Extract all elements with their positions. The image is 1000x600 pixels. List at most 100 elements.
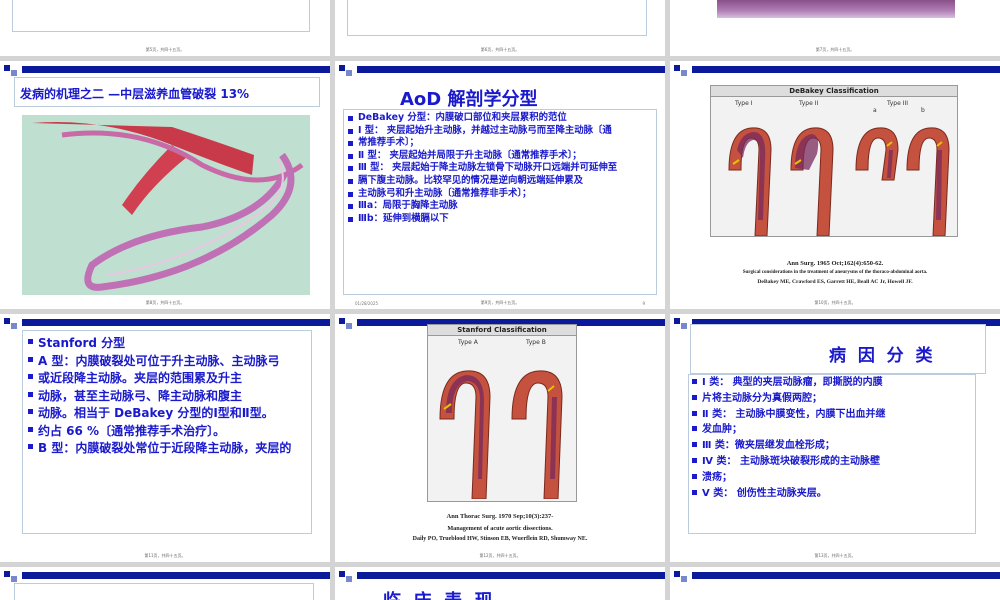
title-box: 发病的机理之二 —中层滋养血管破裂 13% — [14, 77, 320, 107]
slide-thumbnail-15[interactable]: 临 床 表 现 — [335, 567, 665, 600]
list-item: 主动脉弓和升主动脉〔通常推荐非手术〕； — [348, 188, 652, 201]
list-item: Ⅲ 类：微夹层继发血栓形成； — [692, 438, 972, 454]
stanford-figure: Stanford Classification Type A Type B — [427, 324, 577, 502]
list-item: Ⅱ 型： 夹层起始并局限于升主动脉〔通常推荐手术〕； — [348, 150, 652, 163]
corner-squares-icon — [339, 318, 354, 330]
page-number: 第7页，共四十五页。 — [815, 47, 855, 52]
citation-authors: DeBakey ME, Crawford ES, Garrett HE, Bea… — [757, 279, 913, 285]
debakey-figure: DeBakey Classification Type I Type II Ty… — [710, 85, 958, 237]
header-bar — [0, 314, 330, 329]
list-item: Ⅲa：局限于胸降主动脉 — [348, 200, 652, 213]
page-number: 第12页，共四十五页。 — [479, 553, 521, 558]
list-item: 或近段降主动脉。夹层的范围累及升主 — [28, 370, 310, 388]
list-item: Ⅳ 类： 主动脉斑块破裂形成的主动脉壁 — [692, 454, 972, 470]
slide-thumbnail-14[interactable] — [0, 567, 330, 600]
corner-squares-icon — [674, 571, 689, 583]
figure-title: Stanford Classification — [428, 325, 576, 336]
page-number: 第6页，共四十五页。 — [480, 47, 520, 52]
header-bar — [0, 61, 330, 76]
histology-image — [22, 115, 310, 295]
figure-type-label: Type B — [526, 339, 546, 346]
figure-title: DeBakey Classification — [711, 86, 957, 97]
citation-journal: Ann Surg. 1965 Oct;162(4):650-62. — [786, 260, 884, 267]
slide-title: 临 床 表 现 — [383, 587, 493, 600]
header-bar — [335, 61, 665, 76]
content-box: DeBakey 分型：内膜破口部位和夹层累积的范位 Ⅰ 型： 夹层起始升主动脉，… — [343, 109, 657, 295]
list-item: 片将主动脉分为真假两腔； — [692, 391, 972, 407]
slide-thumbnail-11[interactable]: Stanford 分型 A 型：内膜破裂处可位于升主动脉、主动脉弓 或近段降主动… — [0, 314, 330, 562]
header-stripe — [692, 572, 1000, 579]
corner-squares-icon — [4, 318, 19, 330]
page-number: 第11页，共四十五页。 — [144, 553, 186, 558]
slide-thumbnail-7[interactable]: 第7页，共四十五页。 — [670, 0, 1000, 56]
slide-thumbnail-16[interactable] — [670, 567, 1000, 600]
list-item: 发血肿； — [692, 422, 972, 438]
citation-authors: Daily PO, Trueblood HW, Stinson EB, Wuer… — [412, 536, 588, 542]
aorta-diagram-icon — [728, 127, 950, 236]
aorta-diagram-icon — [439, 370, 563, 499]
list-item: A 型：内膜破裂处可位于升主动脉、主动脉弓 — [28, 353, 310, 371]
histology-image — [717, 0, 955, 18]
corner-squares-icon — [339, 571, 354, 583]
page-number: 第9页，共四十五页。 — [480, 300, 520, 305]
list-item: 约占 66 %〔通常推荐手术治疗〕。 — [28, 423, 310, 441]
header-bar — [335, 567, 665, 582]
slide-thumbnail-5[interactable]: 第5页，共四十五页。 — [0, 0, 330, 56]
list-item: Stanford 分型 — [28, 335, 310, 353]
list-item: B 型：内膜破裂处常位于近段降主动脉，夹层的 — [28, 440, 310, 458]
figure-type-label: Type A — [458, 339, 478, 346]
list-item: Ⅲb：延伸到横膈以下 — [348, 213, 652, 226]
header-stripe — [22, 66, 330, 73]
header-stripe — [692, 66, 1000, 73]
figure-type-label: Type I — [735, 100, 753, 107]
header-bar — [670, 567, 1000, 582]
page-number: 第8页，共四十五页。 — [145, 300, 185, 305]
corner-squares-icon — [4, 65, 19, 77]
content-box — [347, 0, 647, 36]
list-item: Ⅱ 类： 主动脉中膜变性，内膜下出血并继 — [692, 407, 972, 423]
list-item: 常推荐手术〕； — [348, 137, 652, 150]
page-number: 第10页，共四十五页。 — [814, 300, 856, 305]
content-box — [12, 0, 310, 32]
list-item: Ⅰ 型： 夹层起始升主动脉，并越过主动脉弓而至降主动脉〔通 — [348, 125, 652, 138]
list-item: 动脉，甚至主动脉弓、降主动脉和腹主 — [28, 388, 310, 406]
list-item: 动脉。相当于 DeBakey 分型的Ⅰ型和Ⅱ型。 — [28, 405, 310, 423]
list-item: Ⅴ 类： 创伤性主动脉夹层。 — [692, 486, 972, 502]
slide-title: AoD 解剖学分型 — [400, 89, 538, 110]
citation-journal: Ann Thorac Surg. 1970 Sep;10(3):237- — [446, 513, 554, 520]
slide-thumbnail-9[interactable]: AoD 解剖学分型 DeBakey 分型：内膜破口部位和夹层累积的范位 Ⅰ 型：… — [335, 61, 665, 309]
corner-squares-icon — [674, 318, 689, 330]
corner-squares-icon — [339, 65, 354, 77]
bullet-list: DeBakey 分型：内膜破口部位和夹层累积的范位 Ⅰ 型： 夹层起始升主动脉，… — [348, 112, 652, 225]
list-item: DeBakey 分型：内膜破口部位和夹层累积的范位 — [348, 112, 652, 125]
citation-title: Management of acute aortic dissections. — [447, 525, 553, 532]
list-item: Ⅰ 类： 典型的夹层动脉瘤，即撕脱的内膜 — [692, 375, 972, 391]
slide-thumbnail-12[interactable]: Stanford Classification Type A Type B An… — [335, 314, 665, 562]
header-stripe — [22, 319, 330, 326]
bullet-list: Ⅰ 类： 典型的夹层动脉瘤，即撕脱的内膜 片将主动脉分为真假两腔； Ⅱ 类： 主… — [692, 375, 972, 501]
header-bar — [0, 567, 330, 582]
slide-thumbnail-8[interactable]: 发病的机理之二 —中层滋养血管破裂 13% 第8页，共四十五页。 — [0, 61, 330, 309]
citation-title: Surgical considerations in the treatment… — [742, 270, 928, 275]
figure-type-label: Type III — [887, 100, 908, 107]
header-stripe — [357, 572, 665, 579]
header-stripe — [357, 66, 665, 73]
slide-thumbnail-13[interactable]: 病 因 分 类 Ⅰ 类： 典型的夹层动脉瘤，即撕脱的内膜 片将主动脉分为真假两腔… — [670, 314, 1000, 562]
bullet-list: Stanford 分型 A 型：内膜破裂处可位于升主动脉、主动脉弓 或近段降主动… — [28, 335, 310, 458]
slide-thumbnail-10[interactable]: DeBakey Classification Type I Type II Ty… — [670, 61, 1000, 309]
content-box — [14, 583, 314, 600]
list-item: 膈下腹主动脉。比较罕见的情况是逆向朝远端延伸累及 — [348, 175, 652, 188]
list-item: 溃疡； — [692, 470, 972, 486]
slide-thumbnail-6[interactable]: 第6页，共四十五页。 — [335, 0, 665, 56]
page-number: 第5页，共四十五页。 — [145, 47, 185, 52]
slide-title: 发病的机理之二 —中层滋养血管破裂 13% — [20, 87, 250, 101]
corner-squares-icon — [4, 571, 19, 583]
page-number: 第13页，共四十五页。 — [814, 553, 856, 558]
header-bar — [670, 61, 1000, 76]
corner-squares-icon — [674, 65, 689, 77]
title-box: 病 因 分 类 — [690, 324, 986, 374]
aorta-cross-section-icon — [32, 121, 304, 291]
header-stripe — [22, 572, 330, 579]
slide-title: 病 因 分 类 — [829, 346, 933, 366]
figure-type-label: Type II — [799, 100, 819, 107]
